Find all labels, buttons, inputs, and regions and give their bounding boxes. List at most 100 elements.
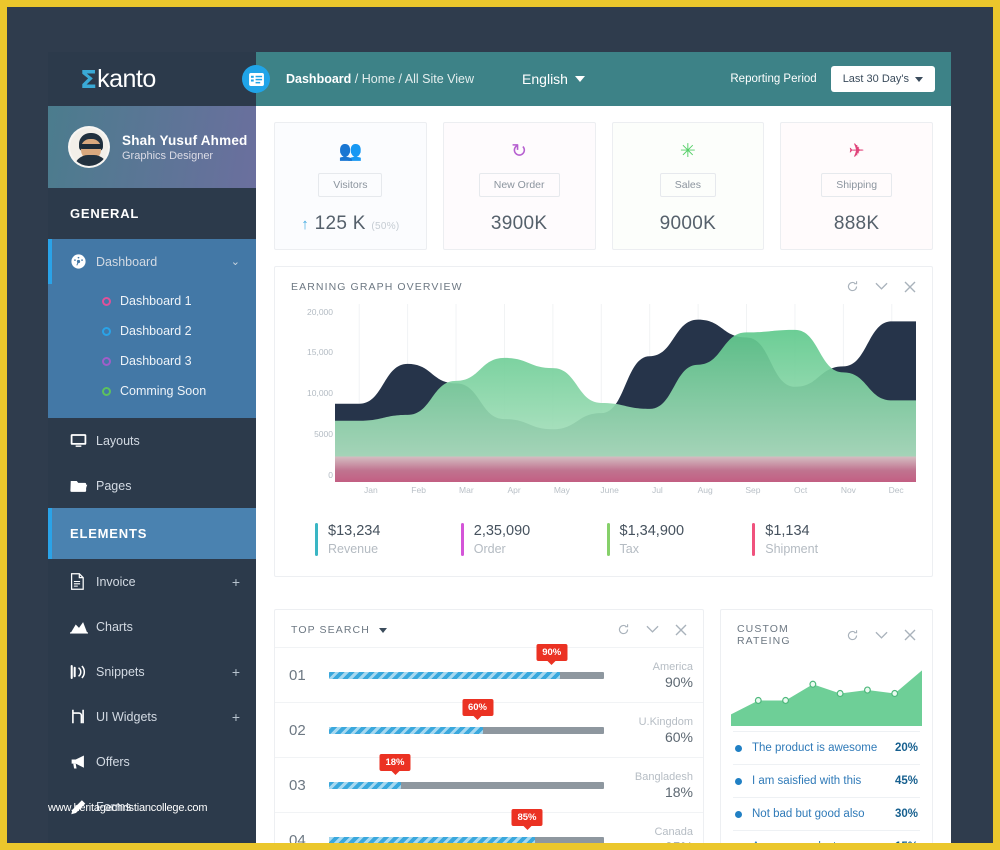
reporting-period-select[interactable]: Last 30 Day's [830, 66, 935, 92]
table-row[interactable]: 01 90% America 90% [275, 643, 703, 702]
card-header: EARNING GRAPH OVERVIEW [275, 267, 932, 304]
sidebar-item-charts[interactable]: Charts [48, 604, 256, 649]
kpi-subvalue: (50%) [371, 221, 400, 232]
table-row[interactable]: 04 85% Canada 85% [275, 808, 703, 843]
expand-plus-icon[interactable]: + [232, 709, 240, 725]
progress-fill [329, 836, 536, 843]
x-tick: Oct [794, 485, 808, 495]
sidebar-subitem-comming-soon[interactable]: Comming Soon [48, 376, 256, 406]
sidebar-item-snippets[interactable]: Snippets + [48, 649, 256, 694]
breadcrumb-rest: / Home / All Site View [351, 72, 475, 86]
sidebar-item-invoice[interactable]: Invoice + [48, 559, 256, 604]
list-item[interactable]: Not bad but good also 30% [733, 797, 920, 830]
sidebar-subitem-dashboard-3[interactable]: Dashboard 3 [48, 346, 256, 376]
chevron-down-icon[interactable] [646, 625, 659, 634]
row-rank: 01 [289, 666, 306, 684]
x-tick: Apr [507, 485, 521, 495]
list-item[interactable]: Avarage product 15% [733, 830, 920, 843]
chevron-down-icon[interactable] [875, 282, 888, 291]
progress-container: 18% [329, 753, 607, 800]
chevron-down-icon[interactable] [875, 631, 888, 640]
x-tick: June [600, 485, 619, 495]
custom-rating-card: CUSTOM RATEING The product is awesome 20… [720, 609, 933, 843]
table-row[interactable]: 03 18% Bangladesh 18% [275, 753, 703, 812]
kpi-card-sales[interactable]: ✳ Sales 9000K [611, 122, 765, 250]
refresh-icon[interactable] [846, 629, 859, 642]
card-title: EARNING GRAPH OVERVIEW [291, 280, 463, 293]
avatar [68, 126, 110, 168]
kpi-value: 3900K [490, 213, 548, 234]
bottom-row: TOP SEARCH 01 90% America 90% 02 60% U.K… [274, 593, 933, 843]
close-icon[interactable] [904, 629, 916, 641]
language-selector[interactable]: English [522, 71, 585, 87]
rating-text: I am saisfied with this [752, 775, 862, 787]
x-tick: Jan [364, 485, 378, 495]
logo[interactable]: Ʃ kanto [48, 52, 256, 106]
sidebar-subitem-dashboard-1[interactable]: Dashboard 1 [48, 286, 256, 316]
progress-badge: 18% [379, 753, 411, 775]
progress-container: 90% [329, 643, 607, 690]
kpi-card-shipping[interactable]: ✈ Shipping 888K [780, 122, 933, 250]
y-tick: 0 [328, 470, 333, 480]
progress-badge: 90% [536, 643, 568, 665]
close-icon[interactable] [675, 624, 687, 636]
sidebar-item-offers[interactable]: Offers [48, 739, 256, 784]
kpi-number: 125 K [314, 213, 366, 234]
kpi-card-visitors[interactable]: 👥 Visitors ↑ 125 K (50%) [274, 122, 427, 250]
sidebar-item-layouts[interactable]: Layouts [48, 418, 256, 463]
x-tick: Mar [459, 485, 474, 495]
profile-role: Graphics Designer [122, 149, 214, 162]
sidebar-item-label: Offers [96, 754, 130, 769]
dashboard-content: 👥 Visitors ↑ 125 K (50%) ↻ New Order 390… [256, 106, 951, 843]
refresh-icon[interactable] [846, 280, 859, 293]
row-country: U.Kingdom [638, 715, 693, 728]
sidebar-item-pages[interactable]: Pages [48, 463, 256, 508]
sidebar-item-label: Invoice [96, 574, 136, 589]
row-rank: 03 [289, 776, 306, 794]
subitem-label: Dashboard 3 [120, 354, 192, 368]
chevron-down-icon[interactable] [378, 627, 387, 633]
card-title: CUSTOM RATEING [737, 623, 791, 647]
subitem-label: Dashboard 1 [120, 294, 192, 308]
progress-fill [329, 781, 401, 789]
row-percent: 60% [664, 728, 693, 745]
metric-value: $13,234 [328, 523, 381, 539]
earning-graph-card: EARNING GRAPH OVERVIEW 20,000 15,000 10,… [274, 266, 933, 577]
kpi-label: New Order [478, 173, 560, 197]
metric-label: Order [473, 542, 506, 556]
sidebar-section-elements: ELEMENTS [48, 508, 256, 559]
breadcrumb[interactable]: Dashboard / Home / All Site View [286, 72, 474, 86]
bullet-icon [735, 777, 742, 785]
expand-plus-icon[interactable]: + [232, 574, 240, 590]
monitor-icon [70, 433, 96, 448]
list-item[interactable]: I am saisfied with this 45% [733, 764, 920, 797]
sidebar-item-dashboard[interactable]: Dashboard ⌄ [48, 239, 256, 284]
x-tick: Sep [745, 485, 761, 495]
sidebar-subitem-dashboard-2[interactable]: Dashboard 2 [48, 316, 256, 346]
sidebar-item-label: Dashboard [96, 254, 158, 269]
list-item[interactable]: The product is awesome 20% [733, 731, 920, 764]
user-profile[interactable]: Shah Yusuf Ahmed Graphics Designer [48, 106, 256, 188]
progress-track: 60% [329, 698, 604, 734]
language-label: English [522, 71, 568, 87]
close-icon[interactable] [904, 281, 916, 293]
sidebar-item-label: Layouts [96, 433, 140, 448]
progress-badge: 60% [461, 698, 494, 720]
kpi-value: ↑ 125 K (50%) [285, 213, 416, 235]
sidebar: Ʃ kanto Shah Yusuf Ahmed Graphics Design… [48, 52, 256, 843]
trend-up-icon: ↑ [301, 216, 310, 233]
sidebar-item-ui-widgets[interactable]: UI Widgets + [48, 694, 256, 739]
table-row[interactable]: 02 60% U.Kingdom 60% [275, 698, 703, 757]
kpi-card-new-order[interactable]: ↻ New Order 3900K [442, 122, 596, 250]
chevron-down-icon: ⌄ [230, 256, 240, 268]
menu-toggle-icon[interactable] [242, 65, 270, 93]
expand-plus-icon[interactable]: + [232, 664, 240, 680]
progress-track: 18% [329, 753, 604, 789]
main-area: Dashboard / Home / All Site View English… [242, 52, 951, 843]
sidebar-item-label: UI Widgets [96, 709, 158, 724]
kpi-value: 9000K [659, 213, 717, 234]
refresh-icon[interactable] [617, 623, 630, 636]
row-country: America [652, 660, 693, 673]
plane-icon: ✈ [848, 141, 865, 162]
chevron-down-icon [915, 76, 923, 82]
